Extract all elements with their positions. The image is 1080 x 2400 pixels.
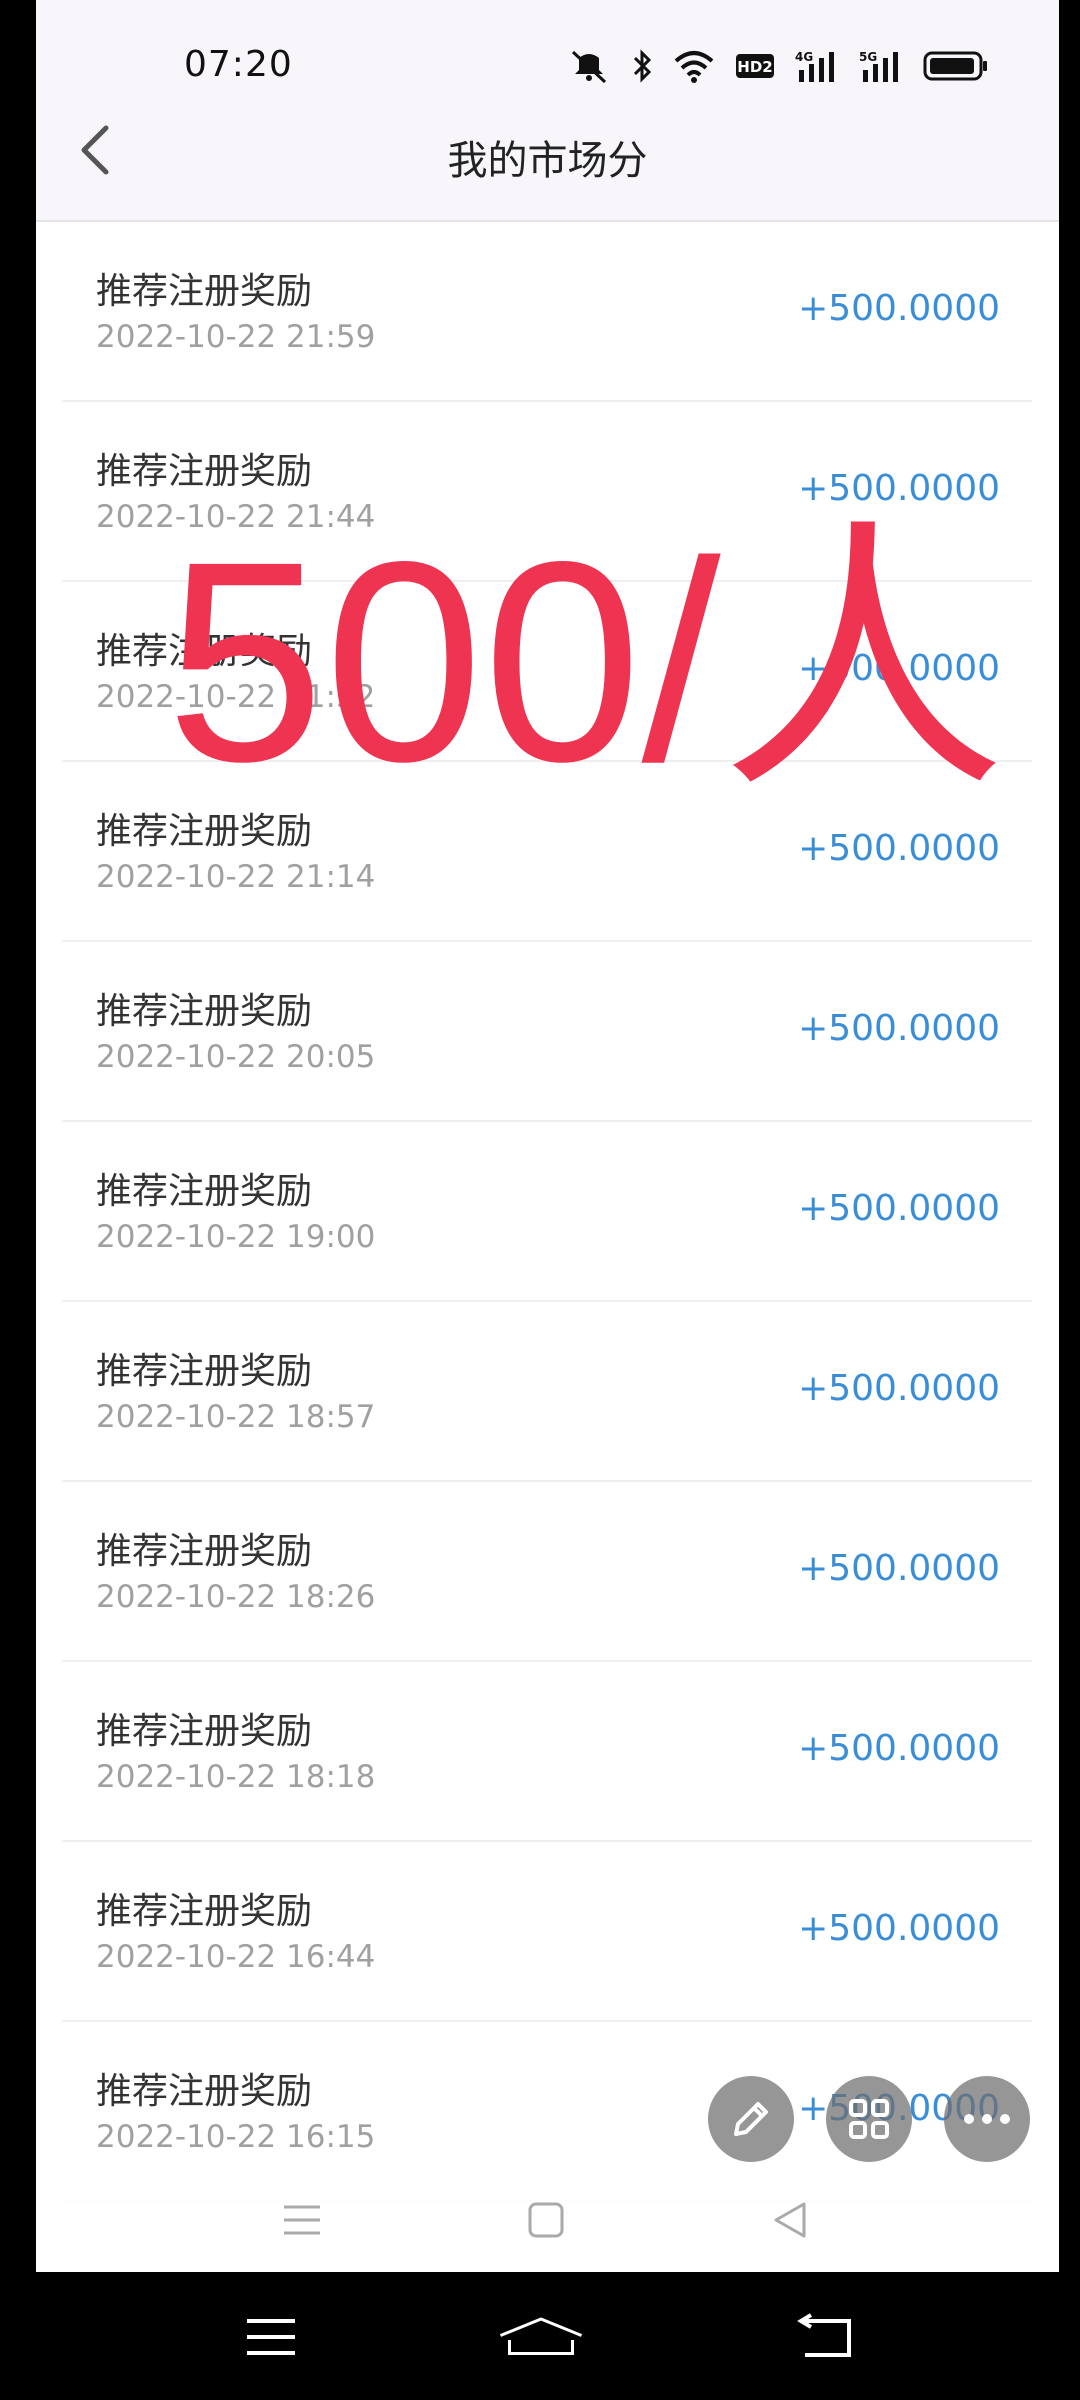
bluetooth-icon bbox=[631, 48, 653, 84]
record-amount: +500.0000 bbox=[798, 1908, 1000, 1949]
record-title: 推荐注册奖励 bbox=[96, 631, 313, 672]
record-title: 推荐注册奖励 bbox=[96, 1891, 313, 1932]
record-time: 2022-10-22 21:32 bbox=[96, 679, 376, 715]
record-title: 推荐注册奖励 bbox=[96, 1531, 313, 1572]
record-title: 推荐注册奖励 bbox=[96, 811, 313, 852]
more-button[interactable] bbox=[944, 2076, 1030, 2162]
home-icon bbox=[499, 2317, 583, 2355]
home-button[interactable] bbox=[516, 2190, 576, 2250]
list-item[interactable]: 推荐注册奖励 2022-10-22 21:32 +500.0000 bbox=[62, 582, 1032, 762]
square-icon bbox=[528, 2202, 564, 2238]
system-back-button[interactable] bbox=[780, 2302, 870, 2372]
record-title: 推荐注册奖励 bbox=[96, 1711, 313, 1752]
system-home-button[interactable] bbox=[496, 2302, 586, 2372]
record-title: 推荐注册奖励 bbox=[96, 1351, 313, 1392]
record-time: 2022-10-22 18:26 bbox=[96, 1579, 376, 1615]
mute-icon bbox=[567, 48, 611, 84]
record-amount: +500.0000 bbox=[798, 1548, 1000, 1589]
triangle-back-icon bbox=[774, 2202, 806, 2238]
svg-text:HD2: HD2 bbox=[737, 58, 772, 76]
record-title: 推荐注册奖励 bbox=[96, 271, 313, 312]
edit-icon bbox=[734, 2102, 768, 2136]
score-record-list: 推荐注册奖励 2022-10-22 21:59 +500.0000 推荐注册奖励… bbox=[62, 222, 1032, 2202]
hd-icon: HD2 bbox=[735, 51, 775, 81]
record-amount: +500.0000 bbox=[798, 288, 1000, 329]
list-item[interactable]: 推荐注册奖励 2022-10-22 16:44 +500.0000 bbox=[62, 1842, 1032, 2022]
menu-button[interactable] bbox=[272, 2190, 332, 2250]
back-nav-button[interactable] bbox=[760, 2190, 820, 2250]
system-navigation-bar bbox=[0, 2272, 1080, 2400]
record-time: 2022-10-22 21:44 bbox=[96, 499, 376, 535]
signal-5g-icon: 5G bbox=[859, 48, 903, 84]
system-menu-button[interactable] bbox=[226, 2302, 316, 2372]
record-amount: +500.0000 bbox=[798, 1008, 1000, 1049]
record-title: 推荐注册奖励 bbox=[96, 451, 313, 492]
record-time: 2022-10-22 20:05 bbox=[96, 1039, 376, 1075]
app-screen: 07:20 HD2 4G 5G 我的市场分 推荐注册奖励 2022-10-22 … bbox=[36, 0, 1059, 2272]
page-title: 我的市场分 bbox=[447, 138, 648, 184]
list-item[interactable]: 推荐注册奖励 2022-10-22 21:14 +500.0000 bbox=[62, 762, 1032, 942]
back-arrow-icon bbox=[797, 2313, 851, 2357]
list-item[interactable]: 推荐注册奖励 2022-10-22 20:05 +500.0000 bbox=[62, 942, 1032, 1122]
record-time: 2022-10-22 21:59 bbox=[96, 319, 376, 355]
record-amount: +500.0000 bbox=[798, 648, 1000, 689]
list-item[interactable]: 推荐注册奖励 2022-10-22 19:00 +500.0000 bbox=[62, 1122, 1032, 1302]
svg-text:5G: 5G bbox=[859, 50, 877, 64]
record-amount: +500.0000 bbox=[798, 1368, 1000, 1409]
record-time: 2022-10-22 18:57 bbox=[96, 1399, 376, 1435]
grid-icon bbox=[849, 2099, 889, 2139]
record-time: 2022-10-22 16:15 bbox=[96, 2119, 376, 2155]
svg-text:4G: 4G bbox=[795, 50, 813, 64]
apps-button[interactable] bbox=[826, 2076, 912, 2162]
status-icons: HD2 4G 5G bbox=[567, 46, 989, 86]
record-title: 推荐注册奖励 bbox=[96, 991, 313, 1032]
wifi-icon bbox=[673, 49, 715, 83]
app-header: 我的市场分 bbox=[36, 90, 1059, 222]
record-amount: +500.0000 bbox=[798, 1728, 1000, 1769]
signal-4g-icon: 4G bbox=[795, 48, 839, 84]
battery-icon bbox=[923, 50, 989, 82]
inner-navigation-bar bbox=[36, 2168, 1059, 2272]
record-amount: +500.0000 bbox=[798, 828, 1000, 869]
record-amount: +500.0000 bbox=[798, 1188, 1000, 1229]
record-time: 2022-10-22 21:14 bbox=[96, 859, 376, 895]
record-time: 2022-10-22 19:00 bbox=[96, 1219, 376, 1255]
record-title: 推荐注册奖励 bbox=[96, 2071, 313, 2112]
record-amount: +500.0000 bbox=[798, 468, 1000, 509]
edit-button[interactable] bbox=[708, 2076, 794, 2162]
record-title: 推荐注册奖励 bbox=[96, 1171, 313, 1212]
status-time: 07:20 bbox=[184, 44, 293, 85]
menu-icon bbox=[247, 2319, 295, 2355]
list-item[interactable]: 推荐注册奖励 2022-10-22 18:18 +500.0000 bbox=[62, 1662, 1032, 1842]
more-icon bbox=[964, 2114, 1010, 2124]
list-item[interactable]: 推荐注册奖励 2022-10-22 18:26 +500.0000 bbox=[62, 1482, 1032, 1662]
menu-icon bbox=[284, 2205, 320, 2235]
record-time: 2022-10-22 18:18 bbox=[96, 1759, 376, 1795]
record-time: 2022-10-22 16:44 bbox=[96, 1939, 376, 1975]
list-item[interactable]: 推荐注册奖励 2022-10-22 21:59 +500.0000 bbox=[62, 222, 1032, 402]
list-item[interactable]: 推荐注册奖励 2022-10-22 18:57 +500.0000 bbox=[62, 1302, 1032, 1482]
list-item[interactable]: 推荐注册奖励 2022-10-22 21:44 +500.0000 bbox=[62, 402, 1032, 582]
